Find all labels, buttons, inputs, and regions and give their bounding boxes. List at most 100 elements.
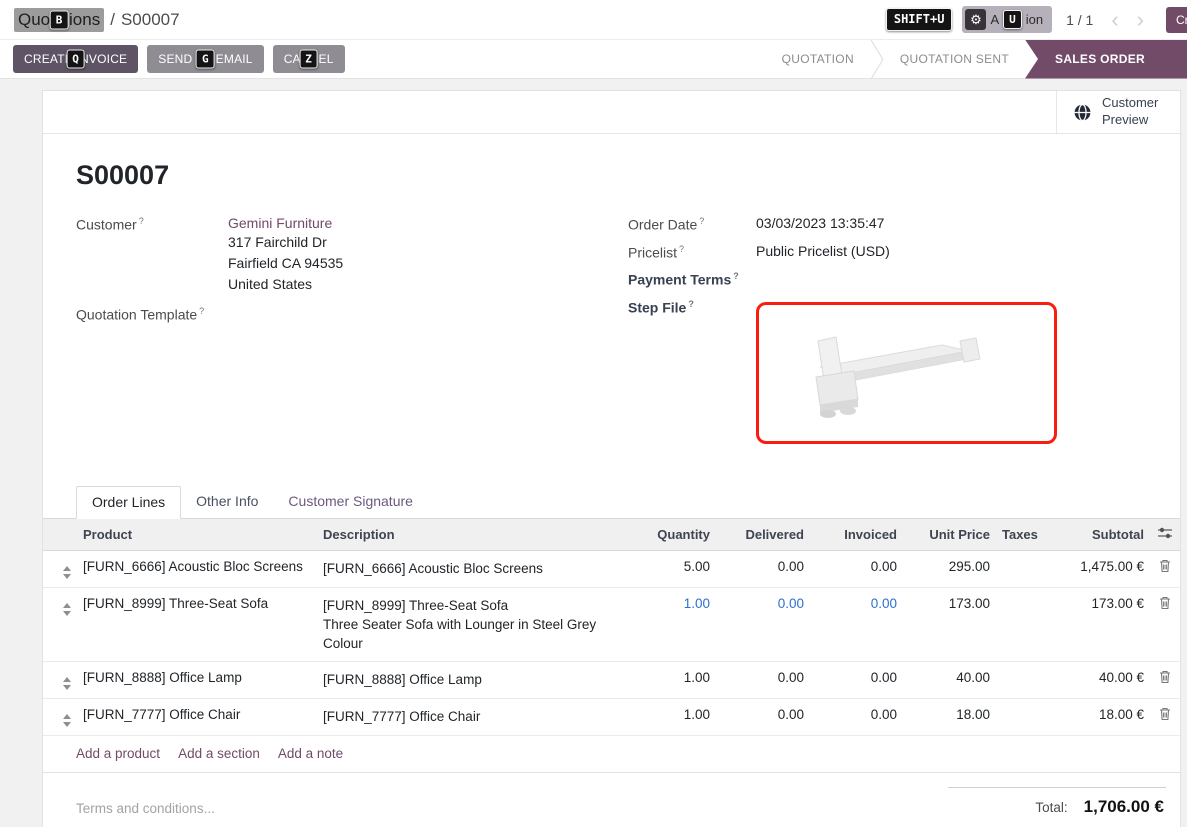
status-step-quotation-sent[interactable]: QUOTATION SENT — [884, 40, 1025, 79]
cell-description[interactable]: [FURN_8999] Three-Seat Sofa Three Seater… — [317, 587, 631, 661]
trash-icon — [1159, 596, 1171, 610]
help-marker-icon: ? — [679, 244, 684, 254]
status-step-quotation[interactable]: QUOTATION — [766, 40, 870, 79]
pager-previous-button[interactable]: ‹ — [1107, 10, 1122, 30]
help-marker-icon: ? — [688, 299, 694, 309]
cell-quantity[interactable]: 1.00 — [631, 661, 716, 698]
cell-subtotal: 173.00 € — [1046, 587, 1150, 661]
cell-delivered[interactable]: 0.00 — [716, 698, 810, 735]
form-sheet: Customer Preview S00007 Customer? Gemini… — [42, 90, 1181, 827]
cell-quantity[interactable]: 5.00 — [631, 550, 716, 587]
record-pager: 1 / 1 — [1066, 12, 1093, 28]
add-a-note-link[interactable]: Add a note — [278, 746, 343, 761]
cell-delivered[interactable]: 0.00 — [716, 661, 810, 698]
cell-subtotal: 1,475.00 € — [1046, 550, 1150, 587]
cell-taxes[interactable] — [996, 698, 1046, 735]
cell-invoiced[interactable]: 0.00 — [810, 661, 903, 698]
total-label: Total: — [1035, 800, 1067, 815]
cell-quantity[interactable]: 1.00 — [631, 587, 716, 661]
sheet-footer: Terms and conditions... Total: 1,706.00 … — [43, 773, 1180, 827]
payment-terms-field-label: Payment Terms? — [628, 270, 756, 288]
optional-columns-icon — [1158, 527, 1172, 539]
step-file-3d-render — [792, 315, 1022, 430]
cell-product[interactable]: [FURN_7777] Office Chair — [77, 698, 317, 735]
pricelist-field-value[interactable]: Public Pricelist (USD) — [756, 243, 890, 261]
cell-product[interactable]: [FURN_8888] Office Lamp — [77, 661, 317, 698]
drag-handle-icon — [63, 710, 71, 727]
action-label-pre: A — [990, 12, 999, 27]
create-button[interactable]: Create — [1166, 7, 1187, 33]
topbar-right: SHIFT+U ⚙ A U ion 1 / 1 ‹ › Create — [886, 6, 1187, 33]
cell-unit-price[interactable]: 295.00 — [903, 550, 996, 587]
create-invoice-button[interactable]: CREATE INVOICE Q — [13, 45, 138, 73]
table-row: [FURN_8999] Three-Seat Sofa [FURN_8999] … — [43, 587, 1180, 661]
trash-icon — [1159, 559, 1171, 573]
cell-description[interactable]: [FURN_8888] Office Lamp — [317, 661, 631, 698]
cell-description[interactable]: [FURN_7777] Office Chair — [317, 698, 631, 735]
tab-order-lines[interactable]: Order Lines — [76, 486, 181, 519]
add-a-product-link[interactable]: Add a product — [76, 746, 160, 761]
row-drag-handle[interactable] — [43, 550, 77, 587]
table-row: [FURN_6666] Acoustic Bloc Screens [FURN_… — [43, 550, 1180, 587]
cell-unit-price[interactable]: 173.00 — [903, 587, 996, 661]
row-drag-handle[interactable] — [43, 587, 77, 661]
order-date-field-label: Order Date? — [628, 215, 756, 233]
globe-icon — [1073, 103, 1092, 122]
row-drag-handle[interactable] — [43, 661, 77, 698]
cell-product[interactable]: [FURN_8999] Three-Seat Sofa — [77, 587, 317, 661]
gear-icon: ⚙ — [965, 9, 986, 30]
step-file-image-field[interactable] — [756, 302, 1057, 444]
pager-next-button[interactable]: › — [1133, 10, 1148, 30]
status-step-sales-order[interactable]: SALES ORDER — [1025, 40, 1187, 79]
cell-taxes[interactable] — [996, 550, 1046, 587]
add-a-section-link[interactable]: Add a section — [178, 746, 260, 761]
row-drag-handle[interactable] — [43, 698, 77, 735]
cancel-button[interactable]: CANCEL Z — [273, 45, 345, 73]
field-group-left: Customer? Gemini Furniture 317 Fairchild… — [76, 215, 628, 454]
field-groups: Customer? Gemini Furniture 317 Fairchild… — [76, 215, 1147, 454]
cell-unit-price[interactable]: 18.00 — [903, 698, 996, 735]
send-by-email-button[interactable]: SEND BY EMAIL G — [147, 45, 263, 73]
cell-unit-price[interactable]: 40.00 — [903, 661, 996, 698]
breadcrumb-quotations-link[interactable]: Quotations B — [14, 8, 104, 32]
customer-field-value: Gemini Furniture 317 Fairchild Dr Fairfi… — [228, 215, 343, 295]
cell-delivered[interactable]: 0.00 — [716, 550, 810, 587]
action-menu-button[interactable]: ⚙ A U ion — [962, 6, 1052, 33]
row-delete-button[interactable] — [1150, 661, 1180, 698]
cell-invoiced[interactable]: 0.00 — [810, 698, 903, 735]
line-add-links: Add a product Add a section Add a note — [43, 736, 1180, 773]
order-date-field-value[interactable]: 03/03/2023 13:35:47 — [756, 215, 884, 233]
cell-invoiced[interactable]: 0.00 — [810, 550, 903, 587]
chevron-left-icon: ‹ — [1111, 7, 1118, 32]
action-label-post: ion — [1026, 12, 1043, 27]
customer-preview-link[interactable]: Customer Preview — [1056, 91, 1180, 133]
tab-other-info[interactable]: Other Info — [181, 486, 273, 519]
cell-quantity[interactable]: 1.00 — [631, 698, 716, 735]
order-date-field-row: Order Date? 03/03/2023 13:35:47 — [628, 215, 1147, 233]
row-delete-button[interactable] — [1150, 698, 1180, 735]
step-file-field-row: Step File? — [628, 298, 1147, 444]
column-header-quantity: Quantity — [631, 519, 716, 551]
row-delete-button[interactable] — [1150, 550, 1180, 587]
page-title: S00007 — [76, 160, 1147, 191]
cell-taxes[interactable] — [996, 587, 1046, 661]
cell-invoiced[interactable]: 0.00 — [810, 587, 903, 661]
cell-description[interactable]: [FURN_6666] Acoustic Bloc Screens — [317, 550, 631, 587]
step-file-field-label: Step File? — [628, 298, 756, 444]
cell-subtotal: 18.00 € — [1046, 698, 1150, 735]
row-delete-button[interactable] — [1150, 587, 1180, 661]
cell-taxes[interactable] — [996, 661, 1046, 698]
drag-handle-icon — [63, 673, 71, 690]
cell-delivered[interactable]: 0.00 — [716, 587, 810, 661]
terms-and-conditions-field[interactable]: Terms and conditions... — [76, 801, 215, 827]
customer-link[interactable]: Gemini Furniture — [228, 215, 332, 231]
order-lines-table: Product Description Quantity Delivered I… — [43, 519, 1180, 736]
optional-columns-toggle[interactable] — [1150, 519, 1180, 551]
trash-icon — [1159, 707, 1171, 721]
breadcrumb-current-record: S00007 — [121, 10, 180, 30]
quotation-template-field-row: Quotation Template? — [76, 305, 628, 323]
help-marker-icon: ? — [699, 216, 704, 226]
breadcrumb-bar: Quotations B / S00007 SHIFT+U ⚙ A U ion … — [0, 0, 1187, 40]
tab-customer-signature[interactable]: Customer Signature — [273, 486, 428, 519]
cell-product[interactable]: [FURN_6666] Acoustic Bloc Screens — [77, 550, 317, 587]
